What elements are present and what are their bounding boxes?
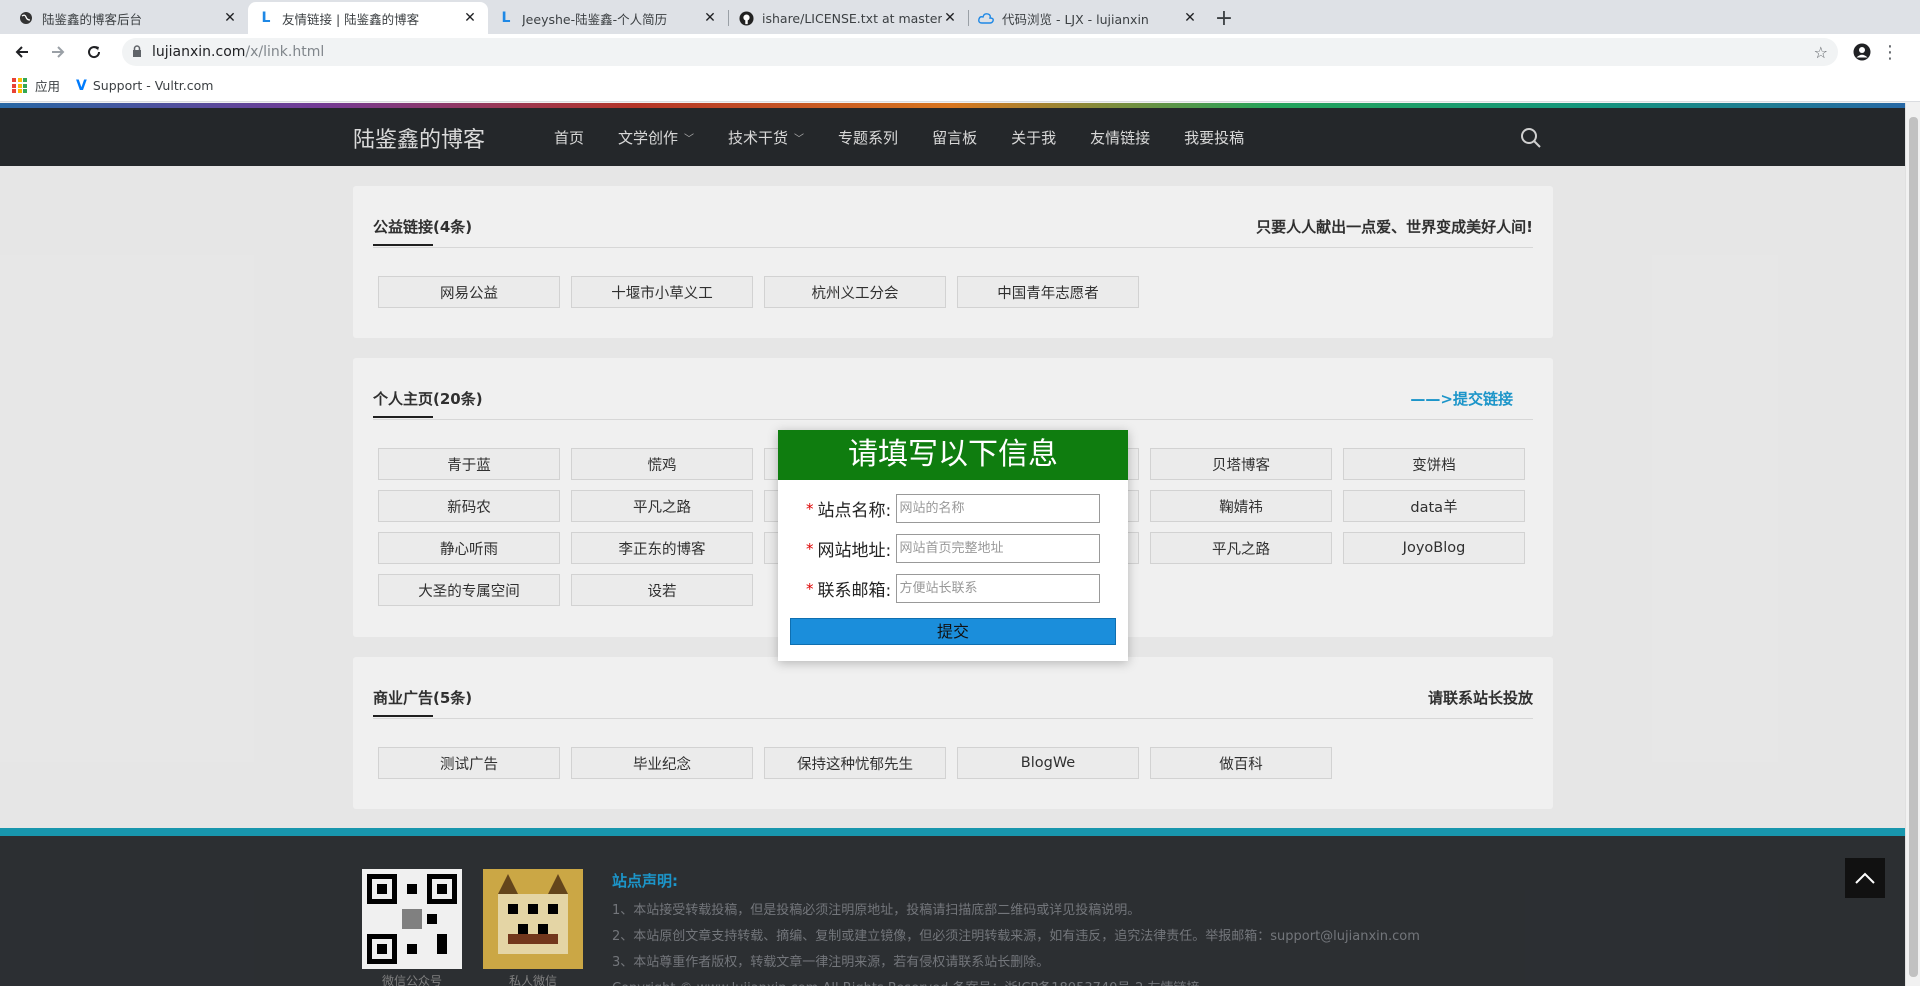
submit-button[interactable]: 提交 <box>790 618 1116 645</box>
forward-arrow-icon[interactable] <box>44 38 72 66</box>
tab-blog-admin[interactable]: 陆鉴鑫的博客后台 ✕ <box>8 2 248 34</box>
modal-title: 请填写以下信息 <box>778 430 1128 480</box>
site-name-input[interactable] <box>895 494 1100 523</box>
close-icon[interactable]: ✕ <box>222 10 238 26</box>
menu-kebab-icon[interactable]: ⋮ <box>1876 38 1904 66</box>
required-asterisk: * <box>806 579 814 598</box>
site-url-row: * 网站地址: <box>806 534 1100 563</box>
profile-icon[interactable] <box>1848 38 1876 66</box>
bookmarks-bar: 应用 V Support - Vultr.com <box>0 70 1920 102</box>
bookmark-label: 应用 <box>35 79 61 94</box>
tab-strip: 陆鉴鑫的博客后台 ✕ L 友情链接 | 陆鉴鑫的博客 ✕ L Jeeyshe-陆… <box>0 0 1920 34</box>
lock-icon <box>132 44 144 60</box>
tab-resume[interactable]: L Jeeyshe-陆鉴鑫-个人简历 ✕ <box>488 2 728 34</box>
tab-code-browse[interactable]: 代码浏览 - LJX - lujianxin ✕ <box>968 2 1208 34</box>
globe-icon <box>18 10 34 26</box>
close-icon[interactable]: ✕ <box>462 10 478 26</box>
url-host: lujianxin.com <box>152 44 246 60</box>
address-bar[interactable]: lujianxin.com/x/link.html ☆ <box>122 38 1838 66</box>
star-icon[interactable]: ☆ <box>1814 43 1828 62</box>
L-logo-icon: L <box>501 10 511 26</box>
new-tab-button[interactable]: + <box>1208 2 1240 34</box>
back-arrow-icon[interactable] <box>8 38 36 66</box>
site-name-row: * 站点名称: <box>806 494 1100 523</box>
tab-title: 友情链接 | 陆鉴鑫的博客 <box>282 11 420 27</box>
close-icon[interactable]: ✕ <box>702 10 718 26</box>
github-icon <box>738 10 754 26</box>
vultr-logo-icon: V <box>76 77 87 94</box>
back-to-top-button[interactable] <box>1845 858 1885 898</box>
tab-title: Jeeyshe-陆鉴鑫-个人简历 <box>522 11 668 27</box>
bookmark-label: Support - Vultr.com <box>92 78 214 93</box>
field-label: 站点名称: <box>817 501 892 521</box>
tab-title: 代码浏览 - LJX - lujianxin <box>1002 11 1149 27</box>
tab-friend-links[interactable]: L 友情链接 | 陆鉴鑫的博客 ✕ <box>248 2 488 34</box>
field-label: 网站地址: <box>817 541 892 561</box>
close-icon[interactable]: ✕ <box>942 10 958 26</box>
bookmark-apps[interactable]: 应用 <box>12 76 60 95</box>
field-label: 联系邮箱: <box>817 581 892 601</box>
page-scrollbar[interactable] <box>1905 103 1920 986</box>
required-asterisk: * <box>806 499 814 518</box>
cloud-icon <box>978 10 994 26</box>
browser-toolbar: lujianxin.com/x/link.html ☆ ⋮ <box>0 34 1920 70</box>
close-icon[interactable]: ✕ <box>1182 10 1198 26</box>
L-logo-icon: L <box>261 10 271 26</box>
site-url-input[interactable] <box>895 534 1100 563</box>
tab-title: 陆鉴鑫的博客后台 <box>42 11 143 27</box>
email-input[interactable] <box>895 574 1100 603</box>
required-asterisk: * <box>806 539 814 558</box>
scrollbar-thumb[interactable] <box>1909 117 1918 977</box>
email-row: * 联系邮箱: <box>806 574 1100 603</box>
apps-grid-icon <box>12 78 27 93</box>
url-path: /x/link.html <box>245 44 325 60</box>
tab-github[interactable]: ishare/LICENSE.txt at master · ✕ <box>728 2 968 34</box>
tab-title: ishare/LICENSE.txt at master · <box>762 10 942 26</box>
page-viewport: 陆鉴鑫的博客 首页 文学创作 ﹀ 技术干货 ﹀ 专题系列 留言板 关于我 友情链接 … <box>0 103 1905 986</box>
submit-link-modal: 请填写以下信息 * 站点名称: * 网站地址: * 联系邮箱: 提交 <box>778 430 1128 661</box>
bookmark-vultr[interactable]: V Support - Vultr.com <box>76 78 213 94</box>
reload-icon[interactable] <box>80 38 108 66</box>
